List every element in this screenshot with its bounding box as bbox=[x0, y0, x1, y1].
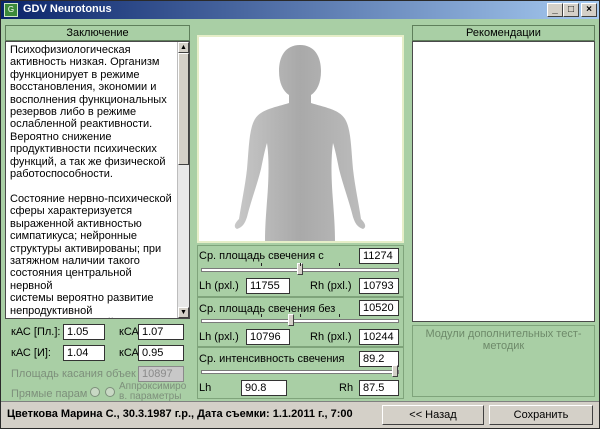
contact-area-label: Площадь касания объек bbox=[11, 368, 136, 380]
ksa-i-label: кСА bbox=[119, 347, 139, 359]
avg-area-with-rh-field[interactable]: 10793 bbox=[359, 278, 399, 294]
back-button[interactable]: << Назад bbox=[382, 405, 484, 425]
kas-pl-label: кАС [Пл.]: bbox=[11, 326, 61, 338]
body-silhouette-icon bbox=[234, 45, 366, 241]
avg-area-without-slider[interactable] bbox=[201, 314, 399, 326]
avg-area-with-lh-field[interactable]: 11755 bbox=[246, 278, 290, 294]
modules-text: Модули дополнительных тест-методик bbox=[412, 325, 595, 397]
avg-area-without-rh-field[interactable]: 10244 bbox=[359, 329, 399, 345]
scroll-thumb[interactable] bbox=[178, 53, 189, 165]
app-window: G GDV Neurotonus _ □ × Заключение Психоф… bbox=[0, 0, 600, 429]
avg-area-with-label: Ср. площадь свечения с bbox=[199, 250, 324, 262]
minimize-button[interactable]: _ bbox=[547, 3, 563, 17]
avg-area-with-rh-label: Rh (pxl.) bbox=[310, 280, 352, 292]
kas-i-field[interactable]: 1.04 bbox=[63, 345, 105, 361]
kas-pl-field[interactable]: 1.05 bbox=[63, 324, 105, 340]
avg-area-without-lh-label: Lh (pxl.) bbox=[199, 331, 239, 343]
avg-intensity-slider-handle[interactable] bbox=[392, 365, 398, 377]
contact-area-field: 10897 bbox=[138, 366, 184, 382]
close-button[interactable]: × bbox=[581, 3, 597, 17]
avg-area-with-slider[interactable] bbox=[201, 263, 399, 275]
title-bar: G GDV Neurotonus _ □ × bbox=[1, 1, 599, 19]
direct-params-radio[interactable] bbox=[90, 387, 100, 397]
slider-ticks bbox=[201, 263, 399, 267]
save-button[interactable]: Сохранить bbox=[489, 405, 593, 425]
conclusion-textbox[interactable]: Психофизиологическая активность низкая. … bbox=[5, 41, 190, 319]
patient-info: Цветкова Марина С., 30.3.1987 г.р., Дата… bbox=[7, 408, 353, 420]
conclusion-title: Заключение bbox=[5, 25, 190, 41]
avg-area-with-lh-label: Lh (pxl.) bbox=[199, 280, 239, 292]
maximize-button[interactable]: □ bbox=[563, 3, 579, 17]
avg-intensity-lh-field[interactable]: 90.8 bbox=[241, 380, 287, 396]
avg-area-without-rh-label: Rh (pxl.) bbox=[310, 331, 352, 343]
direct-params-label: Прямые парам bbox=[11, 388, 88, 400]
body-silhouette-image bbox=[197, 35, 404, 243]
scroll-down-icon[interactable]: ▼ bbox=[178, 307, 189, 318]
ksa-i-field[interactable]: 0.95 bbox=[138, 345, 184, 361]
approx-params-label: Аппроксимиро в. параметры bbox=[119, 381, 187, 402]
avg-intensity-rh-field[interactable]: 87.5 bbox=[359, 380, 399, 396]
kas-i-label: кАС [И]: bbox=[11, 347, 51, 359]
avg-intensity-slider[interactable] bbox=[201, 365, 399, 377]
avg-area-without-lh-field[interactable]: 10796 bbox=[246, 329, 290, 345]
scroll-up-icon[interactable]: ▲ bbox=[178, 42, 189, 53]
avg-area-with-field[interactable]: 11274 bbox=[359, 248, 399, 264]
avg-intensity-label: Ср. интенсивность свечения bbox=[199, 353, 345, 365]
ksa-pl-field[interactable]: 1.07 bbox=[138, 324, 184, 340]
slider-ticks bbox=[201, 314, 399, 318]
recommendations-textbox[interactable] bbox=[412, 41, 595, 322]
app-icon: G bbox=[4, 3, 18, 17]
conclusion-text: Психофизиологическая активность низкая. … bbox=[10, 44, 172, 318]
window-title: GDV Neurotonus bbox=[23, 3, 112, 15]
recommendations-text bbox=[413, 42, 594, 46]
status-bar: Цветкова Марина С., 30.3.1987 г.р., Дата… bbox=[1, 401, 599, 428]
avg-intensity-lh-label: Lh bbox=[199, 382, 212, 394]
avg-intensity-rh-label: Rh bbox=[339, 382, 354, 394]
ksa-pl-label: кСА bbox=[119, 326, 139, 338]
conclusion-scrollbar[interactable]: ▲ ▼ bbox=[177, 42, 189, 318]
recommendations-title: Рекомендации bbox=[412, 25, 595, 41]
approx-params-radio[interactable] bbox=[105, 387, 115, 397]
